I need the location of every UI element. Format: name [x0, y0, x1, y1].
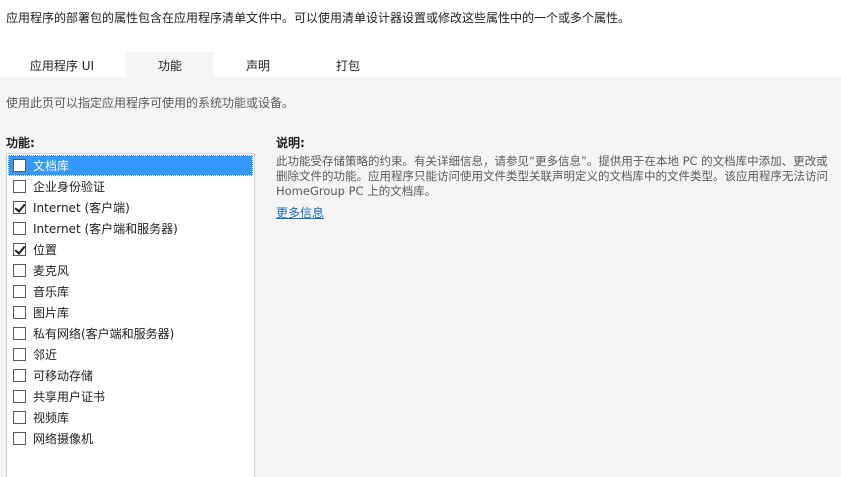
- capability-label: 可移动存储: [33, 369, 94, 383]
- checkbox-unchecked[interactable]: [13, 159, 26, 172]
- tab-application-ui[interactable]: 应用程序 UI: [0, 52, 124, 77]
- capability-label: 邻近: [33, 348, 58, 362]
- capability-label: 麦克风: [33, 264, 70, 278]
- intro-text: 应用程序的部署包的属性包含在应用程序清单文件中。可以使用清单设计器设置或修改这些…: [6, 11, 631, 25]
- more-info-link[interactable]: 更多信息: [276, 204, 324, 221]
- checkbox-unchecked[interactable]: [13, 222, 26, 235]
- capability-label: 图片库: [33, 306, 70, 320]
- tab-bar: 应用程序 UI 功能 声明 打包: [0, 52, 841, 77]
- capability-label: 私有网络(客户端和服务器): [33, 327, 175, 341]
- capabilities-list[interactable]: 文档库企业身份验证 Internet (客户端) Internet (客户端和服务器…: [6, 153, 255, 477]
- capability-label: 位置: [33, 243, 58, 257]
- checkbox-unchecked[interactable]: [13, 432, 26, 445]
- capability-item[interactable]: 邻近: [8, 344, 253, 365]
- capability-label: 视频库: [33, 411, 70, 425]
- checkbox-unchecked[interactable]: [13, 285, 26, 298]
- capability-item[interactable]: 共享用户证书: [8, 386, 253, 407]
- capability-item[interactable]: 麦克风: [8, 260, 253, 281]
- capability-label: 音乐库: [33, 285, 70, 299]
- checkbox-unchecked[interactable]: [13, 327, 26, 340]
- tab-packaging[interactable]: 打包: [302, 52, 394, 77]
- capability-label: 共享用户证书: [33, 390, 106, 404]
- capability-item[interactable]: 位置: [8, 239, 253, 260]
- capability-label: 文档库: [33, 159, 70, 173]
- capabilities-panel: 使用此页可以指定应用程序可使用的系统功能或设备。 功能: 文档库企业身份验证 In…: [0, 77, 841, 477]
- description-heading: 说明:: [276, 136, 305, 150]
- capability-item[interactable]: 视频库: [8, 407, 253, 428]
- checkbox-checked[interactable]: [13, 243, 26, 256]
- capability-label: Internet (客户端): [33, 201, 130, 215]
- checkbox-unchecked[interactable]: [13, 369, 26, 382]
- capability-item[interactable]: 网络摄像机: [8, 428, 253, 449]
- capability-item[interactable]: 图片库: [8, 302, 253, 323]
- checkbox-unchecked[interactable]: [13, 390, 26, 403]
- capability-item[interactable]: Internet (客户端和服务器): [8, 218, 253, 239]
- tab-declarations[interactable]: 声明: [214, 52, 302, 77]
- tab-capabilities[interactable]: 功能: [126, 52, 214, 77]
- checkbox-unchecked[interactable]: [13, 348, 26, 361]
- capability-item[interactable]: 私有网络(客户端和服务器): [8, 323, 253, 344]
- checkbox-unchecked[interactable]: [13, 411, 26, 424]
- manifest-designer: 应用程序的部署包的属性包含在应用程序清单文件中。可以使用清单设计器设置或修改这些…: [0, 0, 841, 477]
- capability-item[interactable]: 文档库: [8, 155, 253, 176]
- capability-label: 企业身份验证: [33, 180, 106, 194]
- capabilities-heading: 功能:: [6, 136, 35, 150]
- capability-item[interactable]: Internet (客户端): [8, 197, 253, 218]
- capability-label: Internet (客户端和服务器): [33, 222, 178, 236]
- capability-item[interactable]: 音乐库: [8, 281, 253, 302]
- checkbox-unchecked[interactable]: [13, 264, 26, 277]
- checkbox-checked[interactable]: [13, 201, 26, 214]
- panel-description: 使用此页可以指定应用程序可使用的系统功能或设备。: [6, 96, 295, 110]
- checkbox-unchecked[interactable]: [13, 306, 26, 319]
- checkbox-unchecked[interactable]: [13, 180, 26, 193]
- capability-item[interactable]: 企业身份验证: [8, 176, 253, 197]
- capability-item[interactable]: 可移动存储: [8, 365, 253, 386]
- description-text: 此功能受存储策略的约束。有关详细信息，请参见“更多信息”。提供用于在本地 PC …: [276, 154, 828, 198]
- capability-label: 网络摄像机: [33, 432, 94, 446]
